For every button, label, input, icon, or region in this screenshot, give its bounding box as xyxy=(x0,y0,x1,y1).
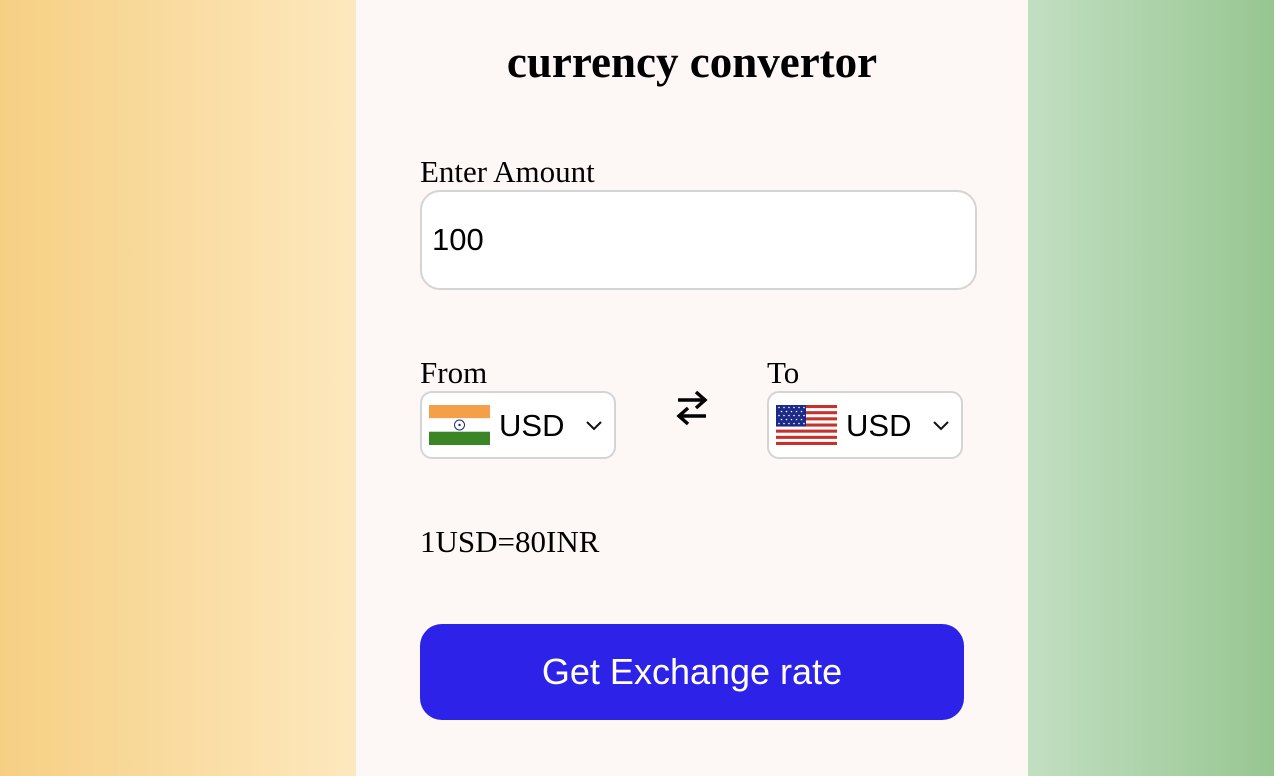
usa-flag-icon xyxy=(776,405,837,445)
swap-arrows-icon[interactable] xyxy=(674,388,710,428)
to-label: To xyxy=(767,355,800,390)
from-currency-select[interactable]: USD xyxy=(420,391,616,459)
to-currency-select[interactable]: USD xyxy=(767,391,963,459)
amount-label: Enter Amount xyxy=(420,154,595,189)
get-exchange-rate-button[interactable]: Get Exchange rate xyxy=(420,624,964,720)
right-gradient-panel xyxy=(1028,0,1274,776)
chevron-down-icon xyxy=(584,417,604,433)
page-title: currency convertor xyxy=(506,37,878,87)
left-gradient-panel xyxy=(0,0,356,776)
converter-card: currency convertor Enter Amount From USD xyxy=(356,0,1028,776)
chevron-down-icon xyxy=(931,417,951,433)
from-label: From xyxy=(420,355,488,390)
exchange-rate-text: 1USD=80INR xyxy=(420,524,600,559)
india-flag-icon xyxy=(429,405,490,445)
amount-input[interactable] xyxy=(420,190,977,290)
to-currency-value: USD xyxy=(846,408,912,443)
from-currency-value: USD xyxy=(499,408,565,443)
